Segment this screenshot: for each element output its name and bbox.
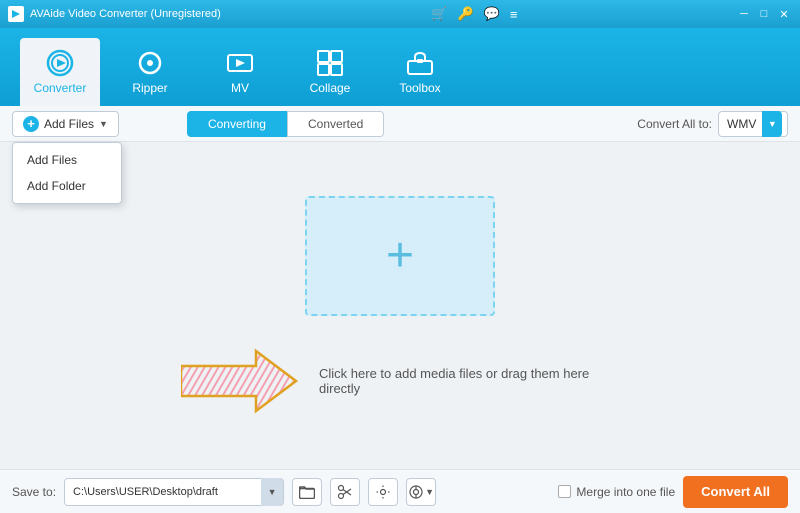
nav-label-toolbox: Toolbox — [399, 81, 440, 95]
save-path-dropdown-arrow[interactable]: ▼ — [261, 478, 283, 506]
titlebar-left: AVAide Video Converter (Unregistered) — [8, 6, 221, 22]
convert-all-label: Convert All to: — [637, 117, 712, 131]
nav-item-toolbox[interactable]: Toolbox — [380, 38, 460, 106]
scissors-button[interactable] — [330, 478, 360, 506]
save-path-input: C:\Users\USER\Desktop\draft ▼ — [64, 478, 284, 506]
merge-text: Merge into one file — [576, 485, 675, 499]
nav-item-collage[interactable]: Collage — [290, 38, 370, 106]
app-icon — [8, 6, 24, 22]
nav-item-mv[interactable]: MV — [200, 38, 280, 106]
close-button[interactable]: ✕ — [776, 6, 792, 22]
settings-button[interactable] — [368, 478, 398, 506]
format-select[interactable]: WMV ▼ — [718, 111, 788, 137]
format-dropdown-arrow[interactable]: ▼ — [762, 111, 782, 137]
arrow-graphic — [181, 346, 301, 416]
hint-text: Click here to add media files or drag th… — [319, 366, 619, 396]
dropzone-plus-icon: + — [386, 232, 414, 280]
tab-converted[interactable]: Converted — [287, 111, 384, 137]
add-files-dropdown: Add Files Add Folder — [12, 142, 122, 204]
toolbox-icon — [406, 49, 434, 77]
dropdown-item-add-files[interactable]: Add Files — [13, 147, 121, 173]
nav-item-converter[interactable]: Converter — [20, 38, 100, 106]
cart-icon[interactable]: 🛒 — [431, 6, 447, 22]
nav-label-converter: Converter — [34, 81, 87, 95]
titlebar-controls: ─ □ ✕ — [736, 6, 792, 22]
nav-label-collage: Collage — [310, 81, 351, 95]
ripper-icon — [136, 49, 164, 77]
converter-icon — [46, 49, 74, 77]
key-icon[interactable]: 🔑 — [457, 6, 473, 22]
add-files-dropdown-arrow: ▼ — [99, 119, 108, 129]
settings2-arrow: ▼ — [425, 487, 434, 497]
format-value: WMV — [727, 117, 756, 131]
app-title: AVAide Video Converter (Unregistered) — [30, 8, 221, 20]
titlebar-right-icons: 🛒 🔑 💬 ≡ — [431, 6, 517, 22]
minimize-button[interactable]: ─ — [736, 6, 752, 22]
mv-icon — [226, 49, 254, 77]
nav-label-mv: MV — [231, 81, 249, 95]
save-to-label: Save to: — [12, 485, 56, 499]
dropdown-item-add-folder[interactable]: Add Folder — [13, 173, 121, 199]
chat-icon[interactable]: 💬 — [484, 6, 500, 22]
add-files-label: Add Files — [44, 117, 94, 131]
bottombar: Save to: C:\Users\USER\Desktop\draft ▼ — [0, 469, 800, 513]
maximize-button[interactable]: □ — [756, 6, 772, 22]
dropzone[interactable]: + — [305, 196, 495, 316]
folder-browse-button[interactable] — [292, 478, 322, 506]
convert-all-button[interactable]: Convert All — [683, 476, 788, 508]
hint-row: Click here to add media files or drag th… — [181, 346, 619, 416]
plus-circle-icon: + — [23, 116, 39, 132]
nav-item-ripper[interactable]: Ripper — [110, 38, 190, 106]
tab-group: Converting Converted — [187, 111, 384, 137]
titlebar: AVAide Video Converter (Unregistered) 🛒 … — [0, 0, 800, 28]
menu-icon[interactable]: ≡ — [510, 7, 518, 22]
merge-label: Merge into one file — [558, 485, 675, 499]
tab-converting[interactable]: Converting — [187, 111, 287, 137]
collage-icon — [316, 49, 344, 77]
subtoolbar: + Add Files ▼ Add Files Add Folder Conve… — [0, 106, 800, 142]
add-files-button[interactable]: + Add Files ▼ — [12, 111, 119, 137]
nav-label-ripper: Ripper — [132, 81, 167, 95]
convert-all-to: Convert All to: WMV ▼ — [637, 111, 788, 137]
save-path-value: C:\Users\USER\Desktop\draft — [73, 486, 261, 498]
merge-checkbox[interactable] — [558, 485, 571, 498]
navbar: Converter Ripper MV — [0, 28, 800, 106]
settings2-button[interactable]: ▼ — [406, 478, 436, 506]
